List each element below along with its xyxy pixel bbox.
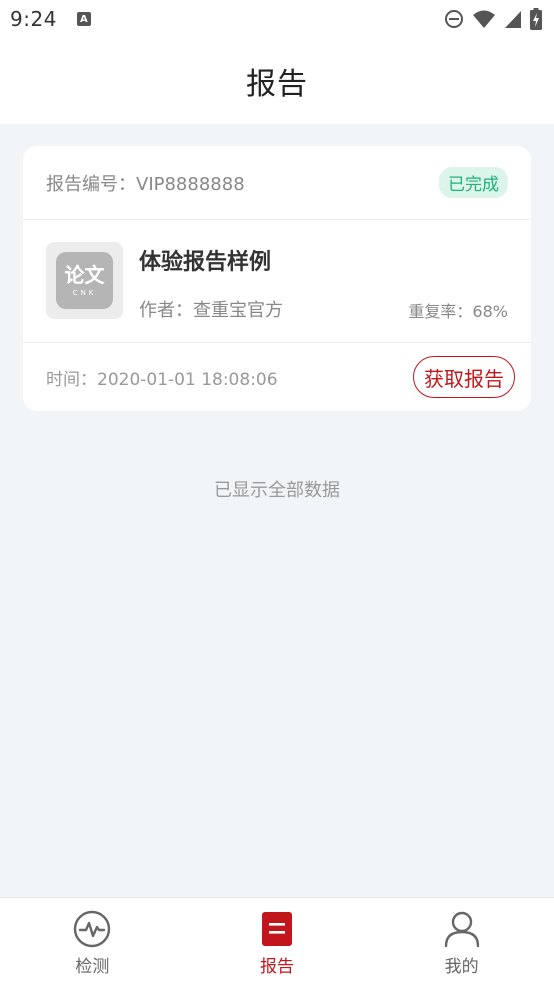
get-report-button[interactable]: 获取报告 bbox=[413, 356, 515, 398]
thumbnail-logo: 论文 CNK bbox=[56, 252, 113, 309]
battery-icon bbox=[530, 8, 542, 30]
wifi-icon bbox=[473, 10, 495, 28]
end-of-list-text: 已显示全部数据 bbox=[214, 480, 340, 501]
report-card-header: 报告编号：VIP8888888 已完成 bbox=[23, 146, 531, 220]
nav-item-report[interactable]: 报告 bbox=[185, 898, 370, 984]
nav-label-report: 报告 bbox=[260, 956, 294, 977]
document-title: 体验报告样例 bbox=[139, 250, 272, 275]
nav-item-detect[interactable]: 检测 bbox=[0, 898, 185, 984]
nav-label-mine: 我的 bbox=[444, 956, 479, 977]
repeat-rate: 重复率：68% bbox=[408, 302, 508, 321]
do-not-disturb-icon bbox=[445, 10, 463, 28]
thumbnail-logo-subtext: CNK bbox=[72, 289, 97, 297]
report-icon bbox=[262, 911, 292, 946]
page-header: 报告 bbox=[0, 38, 554, 124]
document-author: 作者：查重宝官方 bbox=[139, 300, 283, 321]
report-card-body: 论文 CNK 体验报告样例 作者：查重宝官方 重复率：68% bbox=[23, 220, 531, 343]
bottom-nav: 检测 报告 我的 bbox=[0, 897, 554, 984]
nav-item-mine[interactable]: 我的 bbox=[369, 898, 554, 984]
status-right bbox=[444, 8, 542, 30]
status-time: 9:24 bbox=[10, 7, 57, 31]
page-title: 报告 bbox=[246, 67, 308, 102]
report-card[interactable]: 报告编号：VIP8888888 已完成 论文 CNK 体验报告样例 作者：查重宝… bbox=[23, 146, 531, 411]
report-time: 时间：2020-01-01 18:08:06 bbox=[46, 369, 278, 390]
document-thumbnail: 论文 CNK bbox=[46, 242, 123, 319]
report-card-footer: 时间：2020-01-01 18:08:06 获取报告 bbox=[23, 343, 531, 411]
signal-icon bbox=[505, 11, 521, 28]
nav-label-detect: 检测 bbox=[75, 956, 110, 977]
status-bar: 9:24 A bbox=[0, 0, 554, 38]
status-left: 9:24 A bbox=[10, 7, 91, 31]
thumbnail-logo-text: 论文 bbox=[64, 263, 105, 287]
status-badge: 已完成 bbox=[439, 167, 508, 198]
report-number: 报告编号：VIP8888888 bbox=[46, 173, 245, 195]
notification-icon: A bbox=[76, 12, 91, 26]
person-icon bbox=[444, 911, 479, 947]
pulse-icon bbox=[74, 910, 111, 947]
